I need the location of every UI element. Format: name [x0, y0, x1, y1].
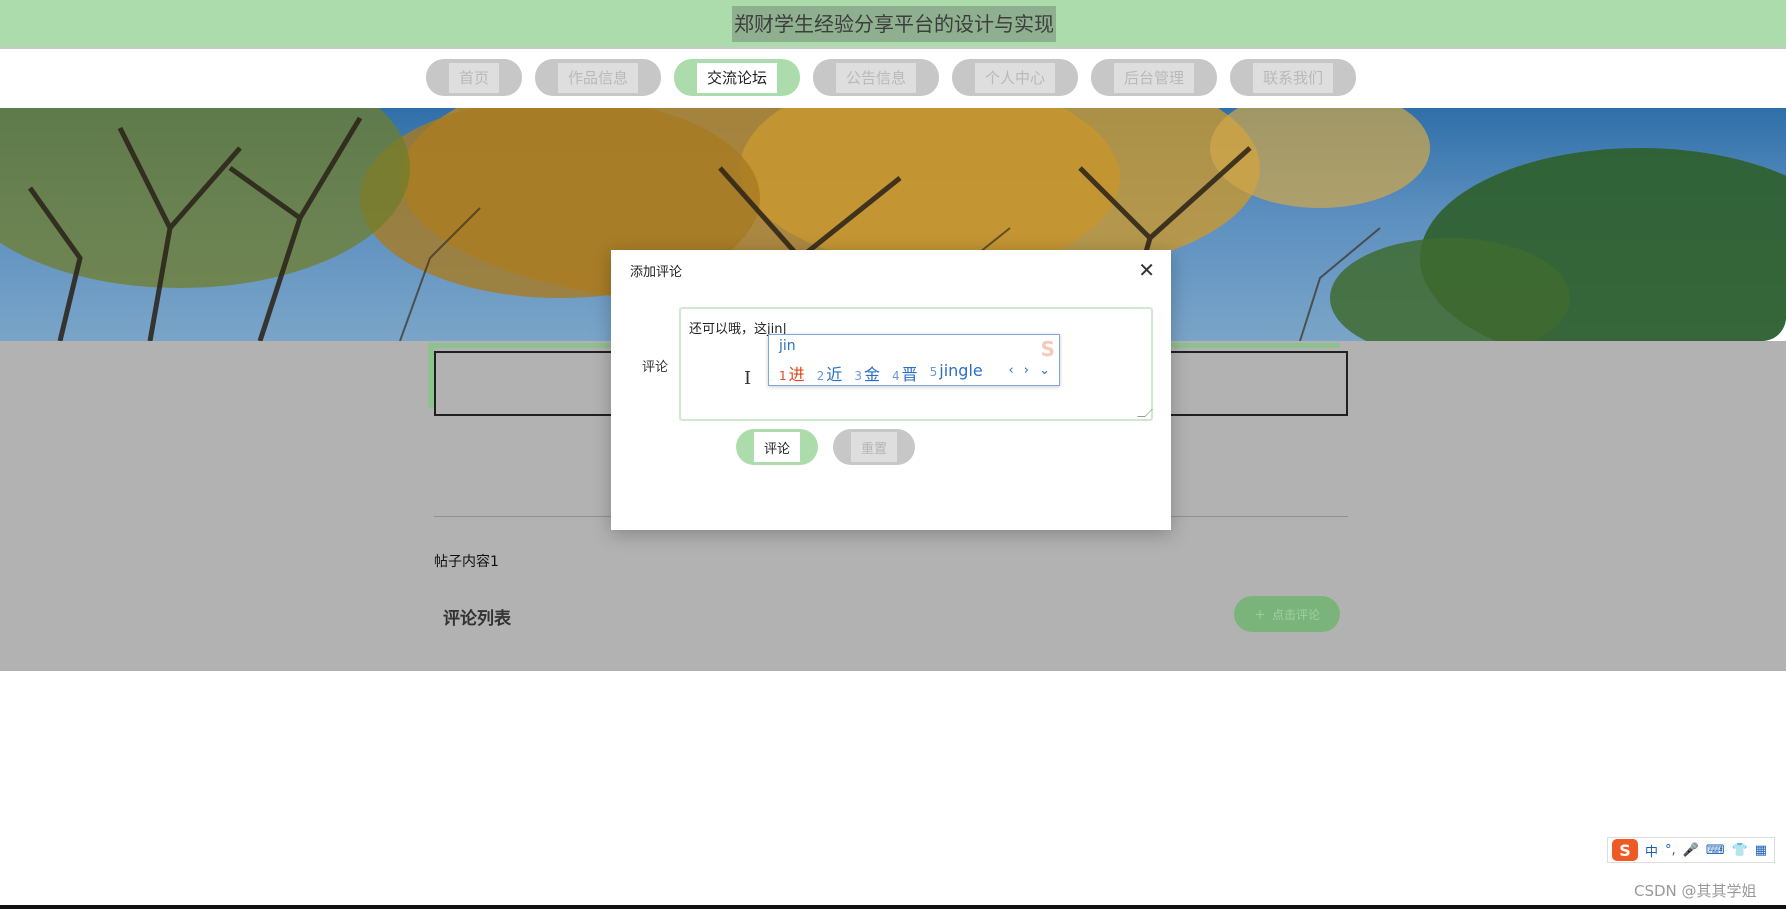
- site-title: 郑财学生经验分享平台的设计与实现: [732, 6, 1056, 42]
- nav-item-profile[interactable]: 个人中心: [952, 59, 1078, 96]
- reset-button[interactable]: 重置: [833, 429, 915, 465]
- ime-page-arrows[interactable]: ‹ › ⌄: [1008, 363, 1053, 378]
- comments-list-title: 评论列表: [443, 609, 511, 629]
- nav-item-forum[interactable]: 交流论坛: [674, 59, 800, 96]
- page: 郑财学生经验分享平台的设计与实现 首页 作品信息 交流论坛 公告信息 个人中心 …: [0, 0, 1786, 909]
- i-beam-cursor-icon: I: [744, 368, 752, 389]
- dialog-header: 添加评论 ✕: [611, 250, 1171, 290]
- microphone-icon[interactable]: 🎤: [1683, 843, 1699, 858]
- submit-button[interactable]: 评论: [736, 429, 818, 465]
- sogou-logo-icon[interactable]: S: [1612, 839, 1638, 861]
- ime-toolbar: S 中 °, 🎤 ⌨ 👕 ▦: [1607, 837, 1775, 863]
- nav-item-works[interactable]: 作品信息: [535, 59, 661, 96]
- post-content: 帖子内容1: [434, 554, 499, 570]
- resize-handle-icon[interactable]: [1137, 409, 1153, 417]
- comment-field-label: 评论: [642, 360, 669, 375]
- chinese-mode-icon[interactable]: 中: [1645, 841, 1658, 860]
- keyboard-icon[interactable]: ⌨: [1706, 843, 1725, 858]
- nav-item-notices[interactable]: 公告信息: [813, 59, 939, 96]
- punctuation-icon[interactable]: °,: [1665, 843, 1676, 858]
- ime-candidate[interactable]: 2近: [817, 361, 843, 385]
- add-comment-dialog: 添加评论 ✕ 评论 还可以哦，这jin| 评论 重置: [611, 250, 1171, 530]
- ime-candidate-popup: jin S 1进 2近 3金 4晋 5 jingle ‹ › ⌄: [768, 334, 1060, 386]
- watermark: CSDN @其其学姐: [1634, 882, 1757, 900]
- nav-item-home[interactable]: 首页: [426, 59, 522, 96]
- skin-icon[interactable]: 👕: [1732, 843, 1748, 858]
- ime-candidate[interactable]: 1进: [779, 361, 805, 385]
- bottom-edge: [0, 905, 1786, 909]
- close-icon[interactable]: ✕: [1138, 260, 1155, 280]
- ime-candidate[interactable]: 5 jingle: [930, 361, 983, 385]
- plus-icon: ＋: [1253, 607, 1266, 622]
- ime-candidate[interactable]: 4晋: [892, 361, 918, 385]
- add-comment-label: 点击评论: [1272, 607, 1321, 622]
- main-nav: 首页 作品信息 交流论坛 公告信息 个人中心 后台管理 联系我们: [426, 59, 1356, 96]
- nav-item-admin[interactable]: 后台管理: [1091, 59, 1217, 96]
- header-bar: 郑财学生经验分享平台的设计与实现: [0, 0, 1786, 49]
- apps-grid-icon[interactable]: ▦: [1755, 843, 1767, 858]
- ime-composition: jin: [779, 338, 796, 354]
- ime-candidates: 1进 2近 3金 4晋 5 jingle: [779, 361, 983, 385]
- ime-candidate[interactable]: 3金: [854, 361, 880, 385]
- dialog-title: 添加评论: [630, 264, 683, 280]
- nav-item-contact[interactable]: 联系我们: [1230, 59, 1356, 96]
- add-comment-button[interactable]: ＋ 点击评论: [1234, 596, 1340, 632]
- sogou-logo-icon: S: [1040, 337, 1055, 361]
